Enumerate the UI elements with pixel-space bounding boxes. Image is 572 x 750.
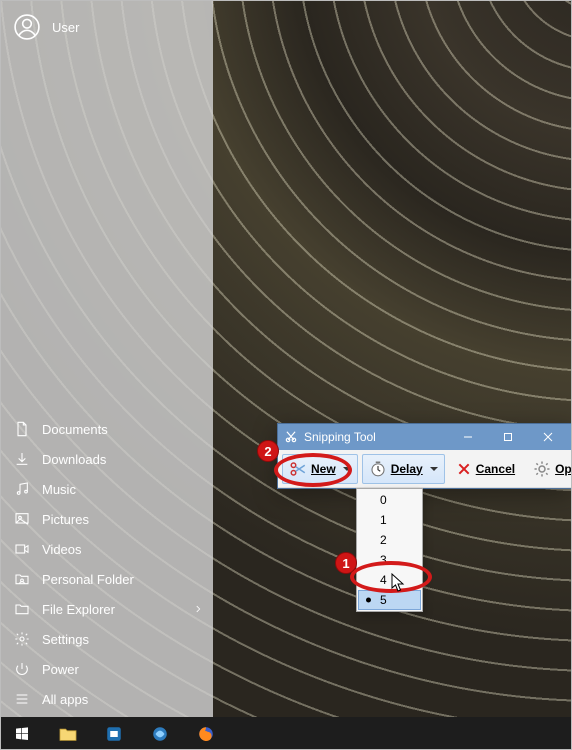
sidebar-item-label: File Explorer <box>42 602 115 617</box>
sidebar-item-videos[interactable]: Videos <box>0 534 213 564</box>
delay-option-3[interactable]: 3 <box>358 550 421 570</box>
user-icon <box>14 14 40 40</box>
videos-icon <box>14 541 30 557</box>
all-apps-icon <box>14 691 30 707</box>
cancel-x-icon <box>456 461 472 477</box>
folder-icon <box>58 726 78 742</box>
snipping-tool-title: Snipping Tool <box>304 430 376 444</box>
delay-option-0[interactable]: 0 <box>358 490 421 510</box>
options-button[interactable]: Options <box>526 454 572 484</box>
delay-option-4[interactable]: 4 <box>358 570 421 590</box>
sidebar-item-settings[interactable]: Settings <box>0 624 213 654</box>
delay-option-2[interactable]: 2 <box>358 530 421 550</box>
power-icon <box>14 661 30 677</box>
sidebar-item-power[interactable]: Power <box>0 654 213 684</box>
sidebar-item-pictures[interactable]: Pictures <box>0 504 213 534</box>
taskbar-app-2[interactable] <box>138 717 182 750</box>
sidebar-item-personal-folder[interactable]: Personal Folder <box>0 564 213 594</box>
sidebar-item-label: Music <box>42 482 76 497</box>
delay-button[interactable]: Delay <box>362 454 445 484</box>
sidebar-item-label: Videos <box>42 542 82 557</box>
start-user-row[interactable]: User <box>14 14 199 40</box>
sidebar-item-all-apps[interactable]: All apps <box>0 684 213 714</box>
app-icon <box>151 725 169 743</box>
snipping-tool-toolbar: New Delay Cancel Options <box>278 450 571 488</box>
start-button[interactable] <box>0 717 44 750</box>
sidebar-item-music[interactable]: Music <box>0 474 213 504</box>
delay-dropdown-menu: 0 1 2 3 4 5 <box>356 488 423 612</box>
delay-option-5[interactable]: 5 <box>358 590 421 610</box>
gear-icon <box>14 631 30 647</box>
sidebar-item-label: Pictures <box>42 512 89 527</box>
cancel-button-label: Cancel <box>476 462 515 476</box>
new-snip-button[interactable]: New <box>282 454 358 484</box>
pictures-icon <box>14 511 30 527</box>
document-icon <box>14 421 30 437</box>
taskbar <box>0 717 572 750</box>
new-button-label: New <box>311 462 336 476</box>
delay-option-1[interactable]: 1 <box>358 510 421 530</box>
taskbar-app-1[interactable] <box>92 717 136 750</box>
cancel-button[interactable]: Cancel <box>449 454 522 484</box>
close-button[interactable] <box>531 427 565 447</box>
start-user-label: User <box>52 20 79 35</box>
sidebar-item-file-explorer[interactable]: File Explorer <box>0 594 213 624</box>
sidebar-item-label: Downloads <box>42 452 106 467</box>
snipping-tool-window: Snipping Tool New Delay Cancel <box>277 423 572 489</box>
snipping-tool-app-icon <box>284 430 298 444</box>
minimize-button[interactable] <box>451 427 485 447</box>
clock-icon <box>369 460 387 478</box>
scissors-icon <box>289 460 307 478</box>
snipping-tool-titlebar[interactable]: Snipping Tool <box>278 424 571 450</box>
firefox-icon <box>197 725 215 743</box>
download-icon <box>14 451 30 467</box>
start-menu-list: Documents Downloads Music Pictures Video… <box>0 414 213 718</box>
sidebar-item-label: Settings <box>42 632 89 647</box>
sidebar-item-label: Documents <box>42 422 108 437</box>
chevron-right-icon <box>193 604 203 614</box>
sidebar-item-documents[interactable]: Documents <box>0 414 213 444</box>
sidebar-item-label: Power <box>42 662 79 677</box>
personal-folder-icon <box>14 571 30 587</box>
start-menu-panel: User Documents Downloads Music Pictures … <box>0 0 213 718</box>
sidebar-item-downloads[interactable]: Downloads <box>0 444 213 474</box>
delay-button-label: Delay <box>391 462 423 476</box>
sidebar-item-label: All apps <box>42 692 88 707</box>
music-icon <box>14 481 30 497</box>
options-gear-icon <box>533 460 551 478</box>
windows-logo-icon <box>14 726 30 742</box>
sidebar-item-label: Personal Folder <box>42 572 134 587</box>
maximize-button[interactable] <box>491 427 525 447</box>
app-icon <box>105 725 123 743</box>
taskbar-file-explorer[interactable] <box>46 717 90 750</box>
taskbar-firefox[interactable] <box>184 717 228 750</box>
file-explorer-icon <box>14 601 30 617</box>
options-button-label: Options <box>555 462 572 476</box>
